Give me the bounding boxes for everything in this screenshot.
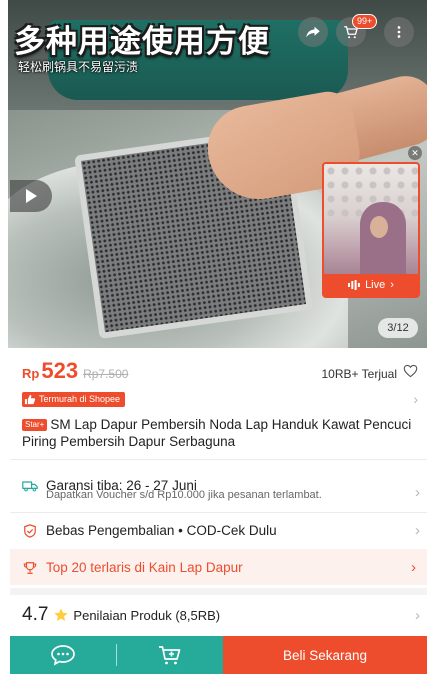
image-page-counter: 3/12 (378, 318, 418, 338)
returns-row[interactable]: Bebas Pengembalian • COD-Cek Dulu › (22, 522, 420, 539)
rating-score: 4.7 (22, 604, 49, 625)
play-video-button[interactable] (10, 180, 52, 212)
live-host-face (370, 216, 388, 238)
truck-icon (22, 480, 38, 491)
cart-count-badge: 99+ (352, 14, 378, 29)
rating-row[interactable]: 4.7 Penilaian Produk (8,5RB) › (22, 604, 420, 626)
live-label-text: Live (365, 279, 386, 291)
share-icon (306, 26, 320, 38)
star-icon (54, 608, 69, 621)
close-icon: ✕ (411, 147, 419, 158)
sound-bars-icon (348, 280, 360, 290)
product-title: Star+ SM Lap Dapur Pembersih Noda Lap Han… (22, 416, 420, 450)
price-original: Rp7.500 (83, 367, 129, 381)
shield-check-icon (24, 523, 36, 538)
price-current: 523 (41, 358, 79, 383)
more-vertical-icon (397, 26, 401, 38)
bottom-bar-separator (116, 636, 117, 674)
add-to-cart-icon (159, 646, 181, 665)
live-stream-preview[interactable]: Live › (322, 162, 420, 298)
sold-count: 10RB+ Terjual (321, 367, 398, 381)
share-button[interactable] (298, 17, 328, 47)
thumbs-up-icon (24, 394, 36, 404)
live-host (360, 202, 406, 284)
product-title-text: SM Lap Dapur Pembersih Noda Lap Handuk K… (22, 417, 412, 449)
live-label[interactable]: Live › (324, 274, 418, 296)
ranking-text: Top 20 terlaris di Kain Lap Dapur (46, 560, 243, 575)
heart-icon[interactable] (403, 364, 418, 378)
chevron-right-icon: › (411, 559, 416, 576)
returns-text: Bebas Pengembalian • COD-Cek Dulu (46, 523, 277, 538)
trophy-icon (23, 561, 37, 574)
section-divider (10, 588, 427, 595)
chevron-right-icon: › (415, 484, 420, 501)
chevron-right-icon: › (390, 279, 394, 291)
voucher-note: Dapatkan Voucher s/d Rp10.000 jika pesan… (46, 489, 322, 501)
buy-now-button[interactable]: Beli Sekarang (223, 636, 427, 674)
ranking-row-inner: Top 20 terlaris di Kain Lap Dapur › (22, 559, 416, 576)
image-overlay-subtitle: 轻松刷锅具不易留污渍 (18, 60, 139, 74)
ranking-row[interactable]: Top 20 terlaris di Kain Lap Dapur › (10, 549, 427, 585)
more-button[interactable] (384, 17, 414, 47)
chevron-right-icon: › (415, 522, 420, 539)
chat-icon (51, 645, 75, 666)
price-row: Rp 523 Rp7.500 10RB+ Terjual (22, 358, 418, 384)
star-plus-badge: Star+ (22, 419, 48, 431)
chevron-right-icon: › (415, 606, 420, 624)
cheapest-badge-text: Termurah di Shopee (39, 394, 121, 404)
chevron-right-icon: › (413, 391, 418, 407)
add-to-cart-button[interactable] (117, 636, 223, 674)
divider (10, 459, 427, 460)
cheapest-badge: Termurah di Shopee (22, 391, 126, 407)
play-icon (26, 189, 37, 203)
price-currency: Rp (22, 366, 40, 381)
image-overlay-title: 多种用途使用方便 (14, 24, 270, 59)
cheapest-badge-row[interactable]: Termurah di Shopee › (22, 391, 418, 407)
bottom-action-bar: Beli Sekarang (10, 636, 427, 674)
live-close-button[interactable]: ✕ (408, 146, 422, 160)
rating-label: Penilaian Produk (8,5RB) (73, 607, 221, 623)
divider (10, 512, 427, 513)
chat-button[interactable] (10, 636, 116, 674)
